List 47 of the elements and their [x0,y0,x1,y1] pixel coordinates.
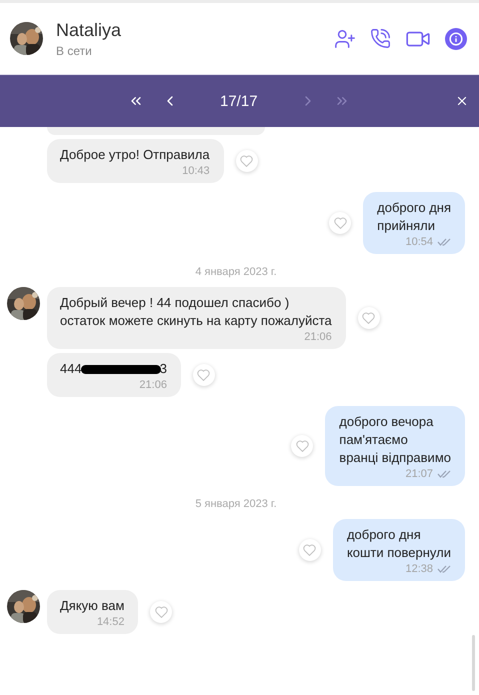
heart-icon [303,544,316,556]
message-text: Добрый вечер ! 44 подошел спасибо ) [60,294,290,312]
message-text: пам'ятаємо [339,431,409,449]
heart-icon [197,369,210,381]
message-text: Доброе утро! Отправила [60,146,210,164]
message-text: Дякую вам [60,597,124,615]
message-time: 10:54 [405,236,433,248]
like-button[interactable] [329,212,352,234]
message-time: 21:07 [405,468,433,480]
message-text: вранці відправимо [339,449,451,467]
contact-name: Nataliya [56,20,122,40]
call-button[interactable] [370,28,391,49]
like-button[interactable] [298,539,321,561]
like-button[interactable] [358,307,380,329]
add-contact-button[interactable] [334,28,356,50]
message-time: 21:06 [304,331,332,343]
result-counter: 17/17 [220,92,258,110]
message-text: доброго вечора [339,413,434,431]
message-text: кошти повернули [346,544,451,562]
double-check-icon [437,238,451,246]
message-time: 21:06 [139,379,167,391]
message-text: 444 3 [60,360,167,378]
double-check-icon [437,470,451,478]
message-time: 14:52 [96,616,124,628]
message-time: 12:38 [405,563,433,575]
message-text: прийняли [377,217,436,235]
date-separator: 5 января 2023 г. [195,498,277,510]
like-button[interactable] [291,435,314,457]
close-button[interactable] [455,94,469,108]
heart-icon [296,440,309,452]
info-button[interactable] [445,28,467,50]
like-button[interactable] [236,150,258,172]
message-time: 10:43 [182,165,210,177]
heart-icon [240,155,254,167]
contact-status: В сети [56,44,93,58]
scrollbar[interactable] [472,635,475,691]
date-separator: 4 января 2023 г. [195,266,277,278]
double-check-icon [437,565,451,573]
message-text: остаток можете скинуть на карту пожалуйста [60,312,332,330]
message-text: доброго дня [346,526,422,544]
heart-icon [334,217,347,229]
heart-icon [154,606,168,618]
message-text: доброго дня [377,199,451,217]
close-icon [455,94,469,108]
like-button[interactable] [192,364,215,386]
heart-icon [362,312,376,324]
like-button[interactable] [150,601,172,623]
